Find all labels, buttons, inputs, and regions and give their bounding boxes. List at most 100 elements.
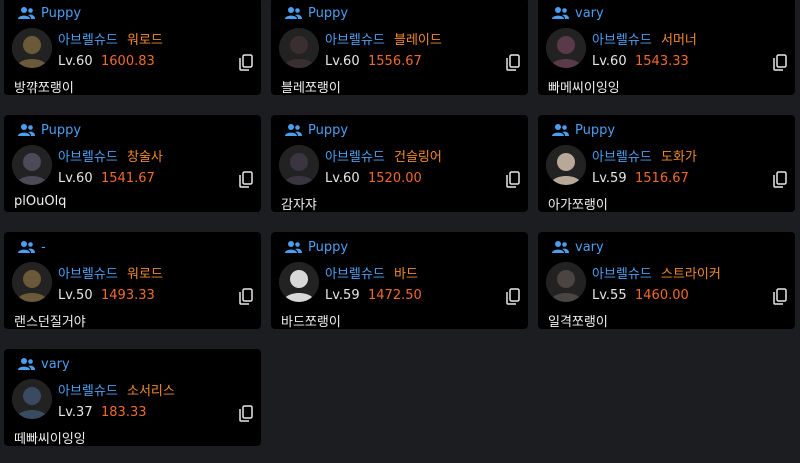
character-level: Lv.37 — [58, 405, 93, 420]
copy-icon — [773, 171, 787, 188]
character-name: 감자쟈 — [281, 198, 317, 213]
character-portrait — [546, 262, 586, 302]
avatar — [12, 28, 52, 68]
copy-icon — [506, 288, 520, 305]
users-icon — [18, 124, 35, 136]
server-name: 아브렐슈드 — [592, 267, 652, 282]
server-name: 아브렐슈드 — [58, 267, 118, 282]
server-name: 아브렐슈드 — [592, 33, 652, 48]
copy-icon — [239, 171, 253, 188]
party-name: vary — [575, 5, 604, 21]
avatar — [546, 262, 586, 302]
character-card[interactable]: vary 아브렐슈드 소서리스 Lv.37 183.33 떼빠씨이잉잉 — [4, 349, 261, 447]
party-tag: Puppy — [18, 4, 81, 22]
copy-icon — [506, 171, 520, 188]
character-name: 블레쪼랭이 — [281, 81, 341, 96]
server-name: 아브렐슈드 — [592, 150, 652, 165]
item-level-score: 1472.50 — [368, 288, 422, 303]
character-card[interactable]: vary 아브렐슈드 스트라이커 Lv.55 1460.00 일격쪼랭이 — [538, 232, 795, 330]
item-level-score: 1543.33 — [635, 54, 689, 69]
avatar — [279, 28, 319, 68]
party-name: Puppy — [41, 122, 82, 138]
users-icon — [18, 241, 35, 253]
class-name: 바드 — [394, 267, 418, 282]
class-name: 창술사 — [127, 150, 163, 165]
copy-button[interactable] — [773, 288, 787, 305]
copy-icon — [773, 288, 787, 305]
party-tag: Puppy — [18, 121, 81, 139]
character-level: Lv.55 — [592, 288, 627, 303]
item-level-score: 1541.67 — [101, 171, 155, 186]
users-icon — [552, 124, 569, 136]
copy-icon — [773, 54, 787, 71]
party-name: - — [41, 239, 46, 255]
character-name: 방꺆쪼랭이 — [14, 81, 74, 96]
copy-button[interactable] — [239, 171, 253, 188]
copy-button[interactable] — [239, 405, 253, 422]
character-level: Lv.50 — [58, 288, 93, 303]
class-name: 소서리스 — [127, 384, 175, 399]
avatar — [12, 379, 52, 419]
character-card[interactable]: Puppy 아브렐슈드 건슬링어 Lv.60 1520.00 감자쟈 — [271, 115, 528, 213]
item-level-score: 1516.67 — [635, 171, 689, 186]
server-name: 아브렐슈드 — [325, 33, 385, 48]
copy-icon — [239, 405, 253, 422]
copy-button[interactable] — [506, 171, 520, 188]
copy-button[interactable] — [239, 54, 253, 71]
character-portrait — [279, 262, 319, 302]
character-portrait — [12, 379, 52, 419]
party-name: Puppy — [575, 122, 616, 138]
party-name: vary — [41, 356, 70, 372]
character-card[interactable]: Puppy 아브렐슈드 창술사 Lv.60 1541.67 plOuOlq — [4, 115, 261, 212]
character-level: Lv.60 — [592, 54, 627, 69]
character-level: Lv.60 — [58, 54, 93, 69]
character-portrait — [12, 145, 52, 185]
avatar — [12, 262, 52, 302]
character-card[interactable]: Puppy 아브렐슈드 블레이드 Lv.60 1556.67 블레쪼랭이 — [271, 0, 528, 96]
character-portrait — [546, 28, 586, 68]
users-icon — [285, 124, 302, 136]
party-tag: vary — [18, 355, 70, 373]
avatar — [546, 145, 586, 185]
character-name: 떼빠씨이잉잉 — [14, 432, 86, 447]
class-name: 워로드 — [127, 267, 163, 282]
server-name: 아브렐슈드 — [58, 384, 118, 399]
character-name: 랜스던질거야 — [14, 315, 86, 330]
party-tag: vary — [552, 238, 604, 256]
avatar — [279, 145, 319, 185]
class-name: 워로드 — [127, 33, 163, 48]
avatar — [546, 28, 586, 68]
copy-icon — [239, 288, 253, 305]
character-name: 바드쪼랭이 — [281, 315, 341, 330]
class-name: 스트라이커 — [661, 267, 721, 282]
character-card[interactable]: Puppy 아브렐슈드 워로드 Lv.60 1600.83 방꺆쪼랭이 — [4, 0, 261, 96]
users-icon — [18, 7, 35, 19]
party-tag: Puppy — [285, 238, 348, 256]
character-name: plOuOlq — [14, 194, 67, 209]
copy-button[interactable] — [773, 54, 787, 71]
copy-button[interactable] — [506, 288, 520, 305]
character-card[interactable]: Puppy 아브렐슈드 바드 Lv.59 1472.50 바드쪼랭이 — [271, 232, 528, 330]
character-card[interactable]: vary 아브렐슈드 서머너 Lv.60 1543.33 빠메씨이잉잉 — [538, 0, 795, 96]
party-name: Puppy — [308, 239, 349, 255]
class-name: 건슬링어 — [394, 150, 442, 165]
copy-button[interactable] — [239, 288, 253, 305]
server-name: 아브렐슈드 — [58, 33, 118, 48]
avatar — [279, 262, 319, 302]
copy-icon — [239, 54, 253, 71]
character-card[interactable]: Puppy 아브렐슈드 도화가 Lv.59 1516.67 아가쪼랭이 — [538, 115, 795, 213]
party-tag: vary — [552, 4, 604, 22]
users-icon — [285, 7, 302, 19]
item-level-score: 1600.83 — [101, 54, 155, 69]
copy-button[interactable] — [506, 54, 520, 71]
class-name: 도화가 — [661, 150, 697, 165]
character-level: Lv.59 — [592, 171, 627, 186]
item-level-score: 183.33 — [101, 405, 147, 420]
character-level: Lv.59 — [325, 288, 360, 303]
character-portrait — [12, 262, 52, 302]
party-name: Puppy — [41, 5, 82, 21]
copy-button[interactable] — [773, 171, 787, 188]
character-name: 일격쪼랭이 — [548, 315, 608, 330]
character-card[interactable]: - 아브렐슈드 워로드 Lv.50 1493.33 랜스던질거야 — [4, 232, 261, 330]
character-name: 빠메씨이잉잉 — [548, 81, 620, 96]
